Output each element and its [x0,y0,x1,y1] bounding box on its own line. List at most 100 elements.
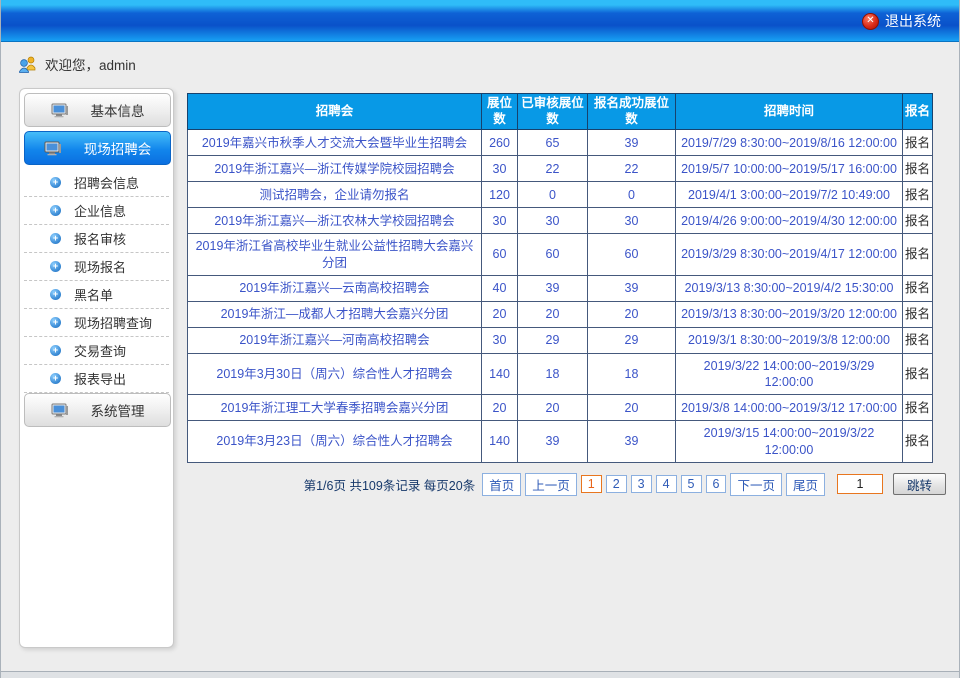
sidebar-submenu-item[interactable]: + 企业信息 [24,197,169,225]
table-row: 2019年嘉兴市秋季人才交流大会暨毕业生招聘会 260 65 39 2019/7… [188,130,933,156]
jobfair-name-link[interactable]: 2019年浙江理工大学春季招聘会嘉兴分团 [188,395,482,421]
plus-circle-icon: + [50,289,61,300]
jobfair-name-link[interactable]: 2019年嘉兴市秋季人才交流大会暨毕业生招聘会 [188,130,482,156]
jobfair-name-link[interactable]: 2019年浙江嘉兴—浙江传媒学院校园招聘会 [188,156,482,182]
booth-count-cell: 30 [482,156,518,182]
booth-count-cell: 120 [482,182,518,208]
plus-circle-icon: + [50,233,61,244]
sidebar-submenu-item[interactable]: + 招聘会信息 [24,169,169,197]
apply-link[interactable]: 报名 [903,234,933,276]
table-row: 测试招聘会，企业请勿报名 120 0 0 2019/4/1 3:00:00~20… [188,182,933,208]
booth-count-cell: 260 [482,130,518,156]
apply-link[interactable]: 报名 [903,353,933,395]
page-number-button[interactable]: 3 [631,475,652,493]
reviewed-count-cell: 29 [518,327,588,353]
reviewed-count-cell: 65 [518,130,588,156]
prev-page-button[interactable]: 上一页 [525,473,577,496]
reviewed-count-cell: 39 [518,275,588,301]
recruit-time-cell: 2019/3/8 14:00:00~2019/3/12 17:00:00 [676,395,903,421]
col-header-time: 招聘时间 [676,94,903,130]
next-page-button[interactable]: 下一页 [730,473,782,496]
sidebar-submenu-item[interactable]: + 交易查询 [24,337,169,365]
logout-button[interactable]: ✕ 退出系统 [862,11,941,31]
reviewed-count-cell: 60 [518,234,588,276]
table-row: 2019年浙江嘉兴—浙江农林大学校园招聘会 30 30 30 2019/4/26… [188,208,933,234]
first-page-button[interactable]: 首页 [482,473,521,496]
sidebar: 基本信息 现场招聘会 + 招聘会信息 + 企业信息 + 报名审核 + 现场报名 … [19,88,174,648]
page-number-button[interactable]: 2 [606,475,627,493]
submenu-item-label: 招聘会信息 [74,173,139,192]
jobfair-name-link[interactable]: 2019年3月23日（周六）综合性人才招聘会 [188,421,482,463]
page-number-button[interactable]: 5 [681,475,702,493]
jobfair-name-link[interactable]: 2019年3月30日（周六）综合性人才招聘会 [188,353,482,395]
jobfair-name-link[interactable]: 2019年浙江嘉兴—云南高校招聘会 [188,275,482,301]
recruit-time-cell: 2019/3/29 8:30:00~2019/4/17 12:00:00 [676,234,903,276]
sidebar-button-label: 系统管理 [91,400,145,420]
sidebar-item-basic-info[interactable]: 基本信息 [24,93,171,127]
monitor-icon [51,403,69,418]
booth-count-cell: 140 [482,353,518,395]
welcome-text: 欢迎您，admin [45,54,136,74]
table-row: 2019年浙江—成都人才招聘大会嘉兴分团 20 20 20 2019/3/13 … [188,301,933,327]
jump-button[interactable]: 跳转 [893,473,946,495]
submenu-item-label: 现场招聘查询 [74,313,152,332]
col-header-jobfair: 招聘会 [188,94,482,130]
page-number-button[interactable]: 4 [656,475,677,493]
jobfair-name-link[interactable]: 2019年浙江—成都人才招聘大会嘉兴分团 [188,301,482,327]
booth-count-cell: 20 [482,301,518,327]
pagination-summary: 第1/6页 共109条记录 每页20条 [304,475,476,494]
jobfair-name-link[interactable]: 2019年浙江嘉兴—河南高校招聘会 [188,327,482,353]
apply-link[interactable]: 报名 [903,421,933,463]
recruit-time-cell: 2019/3/1 8:30:00~2019/3/8 12:00:00 [676,327,903,353]
plus-circle-icon: + [50,345,61,356]
success-count-cell: 22 [588,156,676,182]
table-header-row: 招聘会 展位数 已审核展位数 报名成功展位数 招聘时间 报名 [188,94,933,130]
reviewed-count-cell: 18 [518,353,588,395]
page-number-button[interactable]: 1 [581,475,602,493]
apply-link[interactable]: 报名 [903,301,933,327]
recruit-time-cell: 2019/7/29 8:30:00~2019/8/16 12:00:00 [676,130,903,156]
apply-link[interactable]: 报名 [903,208,933,234]
apply-link[interactable]: 报名 [903,395,933,421]
apply-link[interactable]: 报名 [903,130,933,156]
sidebar-item-live-jobfair[interactable]: 现场招聘会 [24,131,171,165]
monitor-icon [51,103,69,118]
apply-link[interactable]: 报名 [903,275,933,301]
table-row: 2019年浙江嘉兴—河南高校招聘会 30 29 29 2019/3/1 8:30… [188,327,933,353]
booth-count-cell: 20 [482,395,518,421]
jobfair-name-link[interactable]: 2019年浙江省高校毕业生就业公益性招聘大会嘉兴分团 [188,234,482,276]
success-count-cell: 39 [588,421,676,463]
reviewed-count-cell: 30 [518,208,588,234]
success-count-cell: 30 [588,208,676,234]
sidebar-submenu-item[interactable]: + 报名审核 [24,225,169,253]
reviewed-count-cell: 0 [518,182,588,208]
recruit-time-cell: 2019/5/7 10:00:00~2019/5/17 16:00:00 [676,156,903,182]
logout-label: 退出系统 [885,11,941,31]
sidebar-submenu-item[interactable]: + 报表导出 [24,365,169,393]
sidebar-submenu-item[interactable]: + 现场报名 [24,253,169,281]
booth-count-cell: 40 [482,275,518,301]
pagination: 第1/6页 共109条记录 每页20条 首页 上一页 1 2 3 4 5 6 下… [187,473,946,496]
apply-link[interactable]: 报名 [903,156,933,182]
jump-page-input[interactable] [837,474,883,494]
jobfair-name-link[interactable]: 2019年浙江嘉兴—浙江农林大学校园招聘会 [188,208,482,234]
sidebar-button-label: 现场招聘会 [84,138,152,158]
sidebar-item-system-management[interactable]: 系统管理 [24,393,171,427]
apply-link[interactable]: 报名 [903,182,933,208]
users-icon [18,56,38,73]
apply-link[interactable]: 报名 [903,327,933,353]
last-page-button[interactable]: 尾页 [786,473,825,496]
submenu-item-label: 黑名单 [74,285,113,304]
table-row: 2019年浙江理工大学春季招聘会嘉兴分团 20 20 20 2019/3/8 1… [188,395,933,421]
booth-count-cell: 30 [482,327,518,353]
jobfair-table: 招聘会 展位数 已审核展位数 报名成功展位数 招聘时间 报名 2019年嘉兴市秋… [187,93,933,463]
jobfair-name-link[interactable]: 测试招聘会，企业请勿报名 [188,182,482,208]
welcome-bar: 欢迎您，admin [18,54,136,74]
sidebar-submenu-item[interactable]: + 黑名单 [24,281,169,309]
plus-circle-icon: + [50,373,61,384]
page-number-button[interactable]: 6 [706,475,727,493]
col-header-booths: 展位数 [482,94,518,130]
sidebar-submenu-item[interactable]: + 现场招聘查询 [24,309,169,337]
plus-circle-icon: + [50,177,61,188]
success-count-cell: 18 [588,353,676,395]
